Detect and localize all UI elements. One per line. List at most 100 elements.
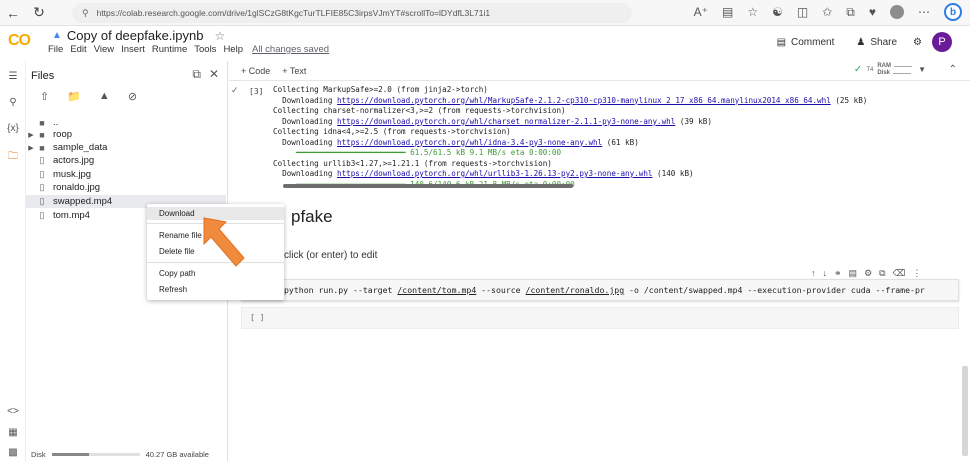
download-link[interactable]: https://download.pytorch.org/whl/urllib3… [337, 169, 652, 178]
move-down-icon[interactable]: ↓ [823, 268, 828, 279]
hide-files-icon[interactable]: ⊘ [128, 90, 137, 103]
menu-file[interactable]: File [48, 44, 63, 55]
file-name: roop [53, 129, 73, 140]
comment-button[interactable]: ▤ Comment [771, 35, 841, 50]
folder-icon[interactable]: 🗀 [0, 149, 26, 166]
resources-indicator[interactable]: ✓ T4 RAM Disk [854, 63, 912, 76]
caret-right-icon[interactable]: ▶ [26, 131, 36, 139]
output-line: Collecting charset-normalizer<3,>=2 (fro… [273, 106, 566, 115]
menu-insert[interactable]: Insert [121, 44, 145, 55]
download-link[interactable]: https://download.pytorch.org/whl/charset… [337, 117, 675, 126]
disk-label: Disk [31, 450, 46, 459]
code-snippets-icon[interactable]: <> [0, 406, 26, 417]
reader-mode-icon[interactable]: ▤ [722, 5, 733, 19]
star-icon[interactable]: ☆ [215, 29, 226, 43]
execution-count[interactable]: [ ] [250, 313, 264, 322]
caret-right-icon[interactable]: ▶ [26, 144, 36, 152]
refresh-icon[interactable]: ↻ [26, 4, 52, 21]
vertical-scrollbar[interactable] [962, 366, 968, 456]
empty-code-cell[interactable]: [ ] [241, 307, 959, 329]
comment-icon: ▤ [776, 36, 787, 48]
file-name: musk.jpg [53, 169, 92, 180]
split-screen-icon[interactable]: ◫ [797, 5, 808, 19]
extension-icon[interactable]: ☯ [772, 5, 783, 19]
list-item[interactable]: ▯ ronaldo.jpg [26, 181, 226, 194]
terminal-icon[interactable]: ▩ [0, 447, 26, 458]
menu-runtime[interactable]: Runtime [152, 44, 187, 55]
chevron-up-icon[interactable]: ⌃ [949, 64, 957, 75]
colab-logo[interactable]: CO [8, 32, 31, 50]
variables-icon[interactable]: {x} [0, 123, 26, 134]
menu-bar: File Edit View Insert Runtime Tools Help… [48, 44, 329, 55]
address-bar[interactable]: ⚲ https://colab.research.google.com/driv… [72, 3, 632, 23]
bing-icon[interactable]: b [944, 3, 962, 21]
favorites-icon[interactable]: ✩ [822, 5, 832, 19]
notebook-title[interactable]: Copy of deepfake.ipynb [67, 28, 204, 43]
menu-help[interactable]: Help [223, 44, 243, 55]
search-icon[interactable]: ⚲ [0, 97, 26, 108]
new-window-icon[interactable]: ⧉ [192, 67, 201, 82]
file-name: ronaldo.jpg [53, 182, 101, 193]
mount-drive-icon[interactable]: ▲ [99, 90, 110, 103]
collections-icon[interactable]: ⧉ [846, 5, 855, 20]
new-folder-icon[interactable]: 📁 [67, 90, 81, 103]
share-button[interactable]: ♟ Share [850, 35, 903, 50]
add-code-button[interactable]: + Code [241, 66, 270, 76]
link-icon[interactable]: ⚭ [834, 268, 842, 279]
command-palette-icon[interactable]: ▦ [0, 427, 26, 438]
folder-icon: ■ [39, 117, 45, 128]
menu-item-refresh[interactable]: Refresh [147, 283, 284, 296]
list-item[interactable]: ▶ ■ roop [26, 128, 226, 141]
chevron-down-icon[interactable]: ▼ [918, 65, 926, 74]
code-editor[interactable]: python run.py --target /content/tom.mp4 … [284, 285, 925, 295]
list-item[interactable]: ▯ actors.jpg [26, 154, 226, 167]
download-link[interactable]: https://download.pytorch.org/whl/idna-3.… [337, 138, 602, 147]
table-of-contents-icon[interactable]: ☰ [0, 71, 26, 82]
gear-icon[interactable]: ⚙ [913, 37, 922, 48]
delete-icon[interactable]: ⌫ [893, 268, 906, 279]
favorite-icon[interactable]: ☆ [747, 5, 758, 19]
move-up-icon[interactable]: ↑ [811, 268, 816, 279]
output-line: Collecting idna<4,>=2.5 (from requests->… [273, 127, 511, 136]
mirror-icon[interactable]: ⧉ [879, 268, 885, 279]
upload-icon[interactable]: ⇧ [40, 90, 49, 103]
menu-view[interactable]: View [94, 44, 114, 55]
profile-icon[interactable] [890, 5, 904, 19]
menu-item-copy-path[interactable]: Copy path [147, 267, 284, 280]
file-name: tom.mp4 [53, 210, 90, 221]
list-item[interactable]: ▯ musk.jpg [26, 168, 226, 181]
file-icon: ▯ [39, 169, 45, 179]
download-link[interactable]: https://download.pytorch.org/whl/MarkupS… [337, 96, 831, 105]
notebook-toolbar: + Code + Text ✓ T4 RAM Disk ▼ ⌃ [229, 61, 970, 81]
settings-icon[interactable]: ⚙ [864, 268, 872, 279]
lock-icon[interactable]: ⚲ [82, 8, 89, 19]
people-icon: ♟ [856, 36, 866, 48]
files-title: Files [31, 70, 55, 82]
text-cell-hint[interactable]: click (or enter) to edit [284, 250, 377, 261]
cell-toolbar: ↑ ↓ ⚭ ▤ ⚙ ⧉ ⌫ ⋮ [811, 268, 921, 279]
menu-edit[interactable]: Edit [70, 44, 86, 55]
saved-status[interactable]: All changes saved [252, 44, 329, 55]
comment-icon[interactable]: ▤ [849, 268, 858, 279]
more-icon[interactable]: ⋯ [918, 5, 930, 19]
menu-tools[interactable]: Tools [194, 44, 216, 55]
output-line: Downloading https://download.pytorch.org… [273, 95, 868, 105]
more-icon[interactable]: ⋮ [912, 268, 921, 279]
horizontal-scrollbar[interactable] [273, 183, 963, 189]
browser-essentials-icon[interactable]: ♥ [869, 5, 876, 19]
close-icon[interactable]: ✕ [209, 67, 219, 82]
text-cell-heading[interactable]: pfake [291, 207, 333, 227]
folder-icon: ■ [39, 142, 45, 153]
browser-toolbar: ← ↻ ⚲ https://colab.research.google.com/… [0, 0, 970, 26]
code-cell[interactable]: python run.py --target /content/tom.mp4 … [241, 279, 959, 301]
url-text[interactable]: https://colab.research.google.com/drive/… [97, 8, 490, 18]
output-line: Collecting MarkupSafe>=2.0 (from jinja2-… [273, 85, 488, 94]
back-icon[interactable]: ← [0, 5, 26, 21]
file-icon: ▯ [39, 210, 45, 220]
add-text-button[interactable]: + Text [282, 66, 306, 76]
output-line: Downloading https://download.pytorch.org… [273, 116, 712, 126]
read-aloud-icon[interactable]: A⁺ [694, 5, 708, 19]
disk-bar-fill [51, 453, 89, 456]
avatar[interactable]: P [932, 32, 952, 52]
list-item[interactable]: ▶ ■ sample_data [26, 141, 226, 154]
